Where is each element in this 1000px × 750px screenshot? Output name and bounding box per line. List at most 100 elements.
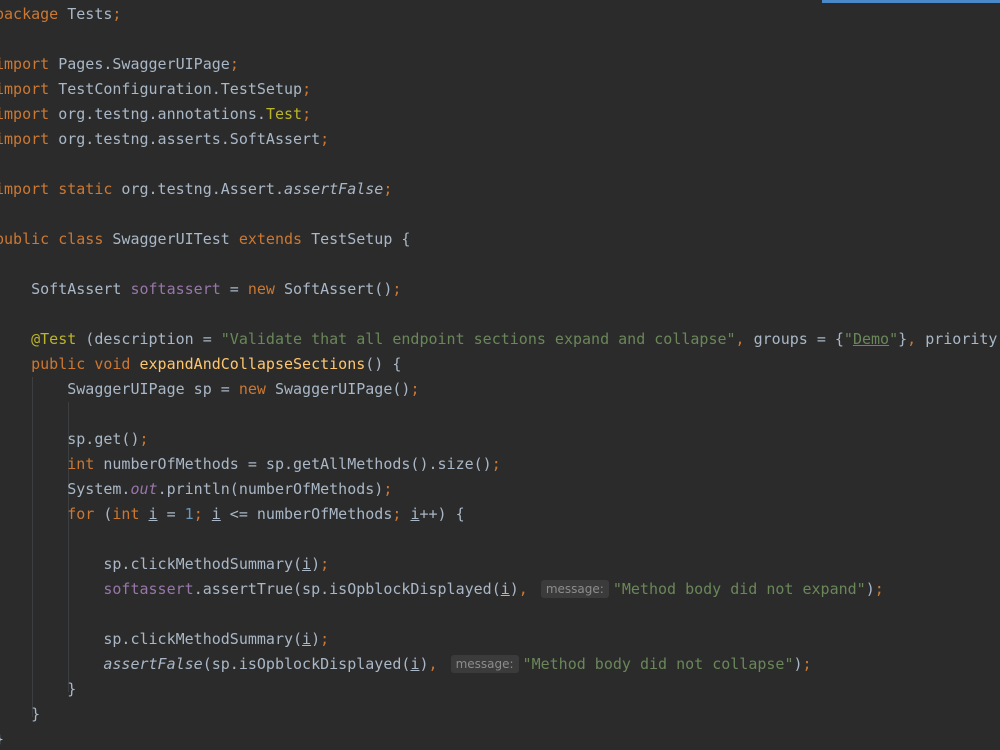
code-line[interactable]: } bbox=[0, 727, 4, 750]
keyword-token: public void bbox=[31, 355, 131, 373]
loop-variable-token: i bbox=[500, 580, 510, 598]
keyword-token: import bbox=[0, 130, 50, 148]
loop-variable-token: i bbox=[211, 505, 221, 523]
keyword-token: ; bbox=[229, 55, 239, 73]
code-token: SoftAssert() bbox=[274, 280, 393, 298]
code-line[interactable]: import Pages.SwaggerUIPage; bbox=[0, 52, 239, 77]
keyword-token: ; bbox=[491, 455, 501, 473]
code-line[interactable]: } bbox=[0, 677, 76, 702]
code-line[interactable]: sp.clickMethodSummary(i); bbox=[0, 627, 329, 652]
keyword-token: , bbox=[735, 330, 745, 348]
code-token: SwaggerUIPage sp = bbox=[0, 380, 239, 398]
code-token: TestSetup { bbox=[302, 230, 411, 248]
keyword-token: ; bbox=[874, 580, 884, 598]
keyword-token: ; bbox=[383, 180, 393, 198]
keyword-token: package bbox=[0, 5, 59, 23]
static-method-token: assertFalse bbox=[284, 180, 384, 198]
code-token: TestConfiguration.TestSetup bbox=[49, 80, 303, 98]
code-editor[interactable]: package Tests; import Pages.SwaggerUIPage… bbox=[0, 0, 1000, 750]
parameter-hint: message: bbox=[540, 580, 609, 598]
code-token: () { bbox=[365, 355, 402, 373]
annotation-token: @Test bbox=[31, 330, 77, 348]
code-line[interactable]: assertFalse(sp.isOpblockDisplayed(i), me… bbox=[0, 652, 812, 677]
code-token: .println(numberOfMethods) bbox=[157, 480, 384, 498]
code-token: priority bbox=[916, 330, 998, 348]
code-token: org.testng.Assert. bbox=[112, 180, 284, 198]
code-token: (sp.isOpblockDisplayed( bbox=[202, 655, 411, 673]
code-line[interactable]: sp.get(); bbox=[0, 427, 149, 452]
code-line[interactable]: public class SwaggerUITest extends TestS… bbox=[0, 227, 410, 252]
keyword-token: extends bbox=[238, 230, 303, 248]
code-line[interactable]: import static org.testng.Assert.assertFa… bbox=[0, 177, 392, 202]
keyword-token: ; bbox=[383, 480, 393, 498]
code-token: } bbox=[0, 680, 77, 698]
code-token: numberOfMethods = sp.getAllMethods().siz… bbox=[94, 455, 492, 473]
keyword-token: , bbox=[428, 655, 438, 673]
code-token: } bbox=[31, 705, 41, 723]
code-token: ) bbox=[419, 655, 429, 673]
loop-variable-token: i bbox=[148, 505, 158, 523]
code-line[interactable]: package Tests; bbox=[0, 2, 121, 27]
field-token: softassert bbox=[130, 280, 221, 298]
code-token: sp.get() bbox=[0, 430, 140, 448]
code-token: Pages.SwaggerUIPage bbox=[49, 55, 230, 73]
keyword-token: int bbox=[67, 455, 95, 473]
code-token: ( bbox=[94, 505, 113, 523]
code-line[interactable]: for (int i = 1; i <= numberOfMethods; i+… bbox=[0, 502, 465, 527]
code-line[interactable]: SoftAssert softassert = new SoftAssert()… bbox=[0, 277, 401, 302]
keyword-token: ; bbox=[320, 630, 330, 648]
code-line[interactable]: import org.testng.annotations.Test; bbox=[0, 102, 311, 127]
code-token: = bbox=[220, 280, 248, 298]
code-token: } bbox=[898, 330, 908, 348]
keyword-token: ; bbox=[410, 380, 420, 398]
string-token: " bbox=[889, 330, 899, 348]
code-line[interactable]: SwaggerUIPage sp = new SwaggerUIPage(); bbox=[0, 377, 419, 402]
code-line[interactable]: @Test (description = "Validate that all … bbox=[0, 327, 997, 352]
keyword-token: ; bbox=[392, 280, 402, 298]
keyword-token: , bbox=[907, 330, 917, 348]
code-token: Tests bbox=[58, 5, 113, 23]
keyword-token: import bbox=[0, 55, 50, 73]
code-line[interactable]: softassert.assertTrue(sp.isOpblockDispla… bbox=[0, 577, 884, 602]
code-line[interactable]: int numberOfMethods = sp.getAllMethods()… bbox=[0, 452, 501, 477]
code-line[interactable]: import org.testng.asserts.SoftAssert; bbox=[0, 127, 329, 152]
keyword-token: new bbox=[238, 380, 266, 398]
field-token: softassert bbox=[103, 580, 194, 598]
code-line[interactable]: System.out.println(numberOfMethods); bbox=[0, 477, 392, 502]
string-token: "Method body did not collapse" bbox=[522, 655, 794, 673]
code-line[interactable]: } bbox=[0, 702, 40, 727]
code-token: SwaggerUIPage() bbox=[265, 380, 411, 398]
keyword-token: for bbox=[67, 505, 95, 523]
code-token: sp.clickMethodSummary( bbox=[0, 630, 303, 648]
code-token: ++) { bbox=[419, 505, 465, 523]
loop-variable-token: i bbox=[302, 630, 312, 648]
code-token: org.testng.asserts.SoftAssert bbox=[49, 130, 321, 148]
keyword-token: ; bbox=[139, 430, 149, 448]
keyword-token: import bbox=[0, 105, 50, 123]
keyword-token: ; bbox=[802, 655, 812, 673]
loop-variable-token: i bbox=[302, 555, 312, 573]
keyword-token: ; bbox=[112, 5, 122, 23]
keyword-token: new bbox=[247, 280, 275, 298]
keyword-token: ; bbox=[320, 555, 330, 573]
keyword-token: ; bbox=[302, 105, 312, 123]
keyword-token: import bbox=[0, 80, 50, 98]
string-token: "Validate that all endpoint sections exp… bbox=[220, 330, 736, 348]
code-token: ) bbox=[865, 580, 875, 598]
code-line[interactable]: public void expandAndCollapseSections() … bbox=[0, 352, 401, 377]
code-line[interactable]: import TestConfiguration.TestSetup; bbox=[0, 77, 311, 102]
string-token: " bbox=[843, 330, 853, 348]
keyword-token: int bbox=[112, 505, 140, 523]
code-token: .assertTrue(sp.isOpblockDisplayed( bbox=[193, 580, 501, 598]
code-line[interactable]: sp.clickMethodSummary(i); bbox=[0, 552, 329, 577]
keyword-token: ; bbox=[320, 130, 330, 148]
keyword-token: , bbox=[518, 580, 528, 598]
code-token: groups = { bbox=[744, 330, 844, 348]
